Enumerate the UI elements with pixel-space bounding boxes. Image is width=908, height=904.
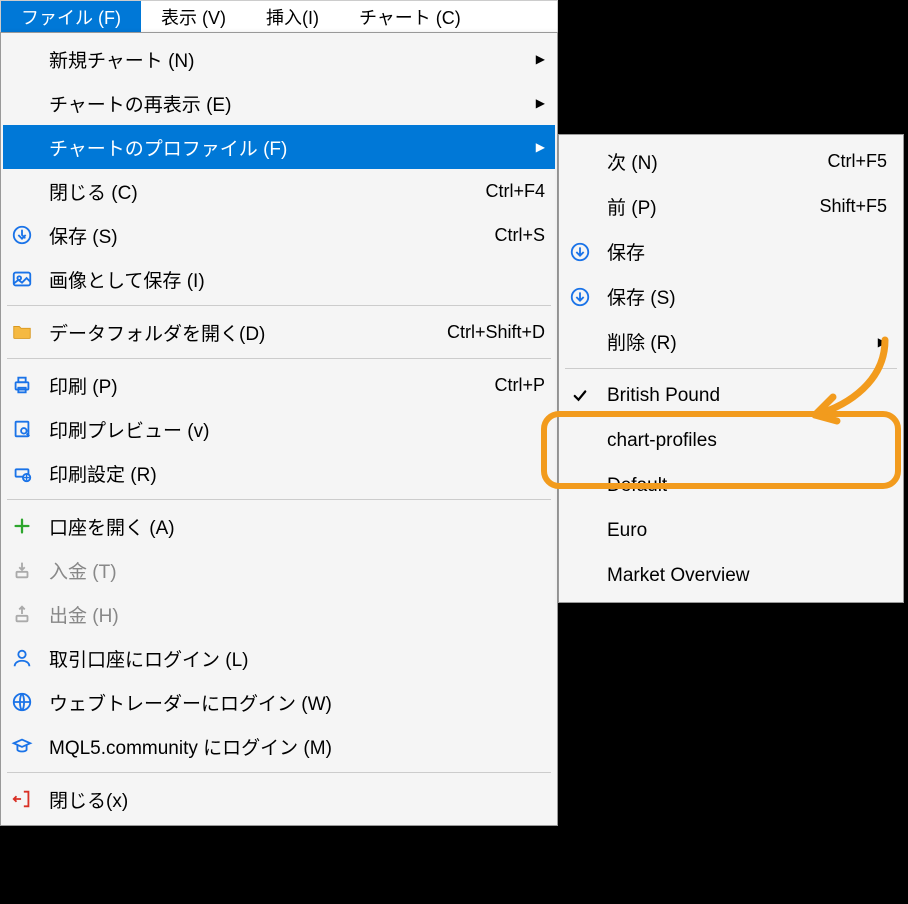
save-icon xyxy=(567,239,593,265)
menubar: ファイル (F) 表示 (V) 挿入(I) チャート (C) xyxy=(0,0,558,32)
submenu-save-as[interactable]: 保存 (S) xyxy=(561,274,901,319)
menu-separator xyxy=(7,499,551,500)
profile-market-overview[interactable]: Market Overview xyxy=(561,553,901,598)
blank-icon xyxy=(567,194,593,220)
profile-name: Euro xyxy=(607,520,887,542)
menu-label: 画像として保存 (I) xyxy=(49,266,545,293)
chart-profile-submenu: 次 (N) Ctrl+F5 前 (P) Shift+F5 保存 保存 (S) 削… xyxy=(558,134,904,603)
menu-save[interactable]: 保存 (S) Ctrl+S xyxy=(3,213,555,257)
menu-label: 入金 (T) xyxy=(49,557,545,584)
blank-icon xyxy=(567,329,593,355)
profile-euro[interactable]: Euro xyxy=(561,508,901,553)
blank-icon xyxy=(567,149,593,175)
blank-icon xyxy=(567,428,593,454)
menu-label: 新規チャート (N) xyxy=(49,46,525,73)
submenu-prev[interactable]: 前 (P) Shift+F5 xyxy=(561,184,901,229)
submenu-delete[interactable]: 削除 (R) ▶ xyxy=(561,319,901,364)
plus-icon xyxy=(9,513,35,539)
menu-open-data-folder[interactable]: データフォルダを開く(D) Ctrl+Shift+D xyxy=(3,310,555,354)
profile-name: British Pound xyxy=(607,385,887,407)
submenu-label: 次 (N) xyxy=(607,148,817,175)
blank-icon xyxy=(567,563,593,589)
menubar-chart[interactable]: チャート (C) xyxy=(339,1,481,32)
menu-label: 取引口座にログイン (L) xyxy=(49,645,545,672)
menu-label: ウェブトレーダーにログイン (W) xyxy=(49,689,545,716)
menu-label: 印刷設定 (R) xyxy=(49,460,545,487)
menu-login-mql5[interactable]: MQL5.community にログイン (M) xyxy=(3,724,555,768)
exit-icon xyxy=(9,786,35,812)
deposit-icon xyxy=(9,557,35,583)
profile-name: chart-profiles xyxy=(607,430,887,452)
menu-print[interactable]: 印刷 (P) Ctrl+P xyxy=(3,363,555,407)
menu-label: MQL5.community にログイン (M) xyxy=(49,733,545,760)
menu-new-chart[interactable]: 新規チャート (N) ▶ xyxy=(3,37,555,81)
menu-label: 印刷 (P) xyxy=(49,372,474,399)
menu-login-trade[interactable]: 取引口座にログイン (L) xyxy=(3,636,555,680)
menu-open-account[interactable]: 口座を開く (A) xyxy=(3,504,555,548)
menu-redisplay-chart[interactable]: チャートの再表示 (E) ▶ xyxy=(3,81,555,125)
menu-separator xyxy=(7,305,551,306)
menubar-insert[interactable]: 挿入(I) xyxy=(246,1,339,32)
folder-icon xyxy=(9,319,35,345)
menu-exit[interactable]: 閉じる(x) xyxy=(3,777,555,821)
menu-label: 出金 (H) xyxy=(49,601,545,628)
submenu-arrow-icon: ▶ xyxy=(535,140,545,154)
submenu-label: 保存 xyxy=(607,238,887,265)
submenu-label: 前 (P) xyxy=(607,193,809,220)
menu-chart-profile[interactable]: チャートのプロファイル (F) ▶ xyxy=(3,125,555,169)
profile-name: Market Overview xyxy=(607,565,887,587)
print-settings-icon xyxy=(9,460,35,486)
menu-label: 印刷プレビュー (v) xyxy=(49,416,545,443)
submenu-save[interactable]: 保存 xyxy=(561,229,901,274)
menu-close-chart[interactable]: 閉じる (C) Ctrl+F4 xyxy=(3,169,555,213)
submenu-label: 削除 (R) xyxy=(607,328,871,355)
menubar-file[interactable]: ファイル (F) xyxy=(1,1,141,32)
withdraw-icon xyxy=(9,601,35,627)
blank-icon xyxy=(567,518,593,544)
menu-label: チャートのプロファイル (F) xyxy=(49,134,525,161)
graduation-icon xyxy=(9,733,35,759)
menu-label: 閉じる(x) xyxy=(49,786,545,813)
menu-separator xyxy=(565,368,897,369)
menu-label: 閉じる (C) xyxy=(49,178,465,205)
profile-default[interactable]: Default xyxy=(561,463,901,508)
menu-deposit: 入金 (T) xyxy=(3,548,555,592)
menu-label: データフォルダを開く(D) xyxy=(49,319,427,346)
save-as-icon xyxy=(567,284,593,310)
submenu-shortcut: Ctrl+F5 xyxy=(827,151,887,172)
menu-label: 口座を開く (A) xyxy=(49,513,545,540)
menu-print-settings[interactable]: 印刷設定 (R) xyxy=(3,451,555,495)
user-icon xyxy=(9,645,35,671)
menu-save-image[interactable]: 画像として保存 (I) xyxy=(3,257,555,301)
printer-icon xyxy=(9,372,35,398)
submenu-next[interactable]: 次 (N) Ctrl+F5 xyxy=(561,139,901,184)
submenu-arrow-icon: ▶ xyxy=(535,52,545,66)
profile-british-pound[interactable]: British Pound xyxy=(561,373,901,418)
menu-withdraw: 出金 (H) xyxy=(3,592,555,636)
menu-login-web[interactable]: ウェブトレーダーにログイン (W) xyxy=(3,680,555,724)
file-menu: 新規チャート (N) ▶ チャートの再表示 (E) ▶ チャートのプロファイル … xyxy=(0,32,558,826)
menu-shortcut: Ctrl+F4 xyxy=(485,181,545,202)
image-icon xyxy=(9,266,35,292)
profile-name: Default xyxy=(607,475,887,497)
menu-separator xyxy=(7,772,551,773)
globe-icon xyxy=(9,689,35,715)
submenu-label: 保存 (S) xyxy=(607,283,887,310)
submenu-shortcut: Shift+F5 xyxy=(819,196,887,217)
menu-label: 保存 (S) xyxy=(49,222,474,249)
menu-print-preview[interactable]: 印刷プレビュー (v) xyxy=(3,407,555,451)
check-icon xyxy=(567,383,593,409)
submenu-arrow-icon: ▶ xyxy=(877,335,887,349)
print-preview-icon xyxy=(9,416,35,442)
menu-shortcut: Ctrl+Shift+D xyxy=(447,322,545,343)
blank-icon xyxy=(567,473,593,499)
submenu-arrow-icon: ▶ xyxy=(535,96,545,110)
menu-shortcut: Ctrl+P xyxy=(494,375,545,396)
save-icon xyxy=(9,222,35,248)
menu-label: チャートの再表示 (E) xyxy=(49,90,525,117)
menu-shortcut: Ctrl+S xyxy=(494,225,545,246)
profile-chart-profiles[interactable]: chart-profiles xyxy=(561,418,901,463)
menu-separator xyxy=(7,358,551,359)
menubar-view[interactable]: 表示 (V) xyxy=(141,1,246,32)
